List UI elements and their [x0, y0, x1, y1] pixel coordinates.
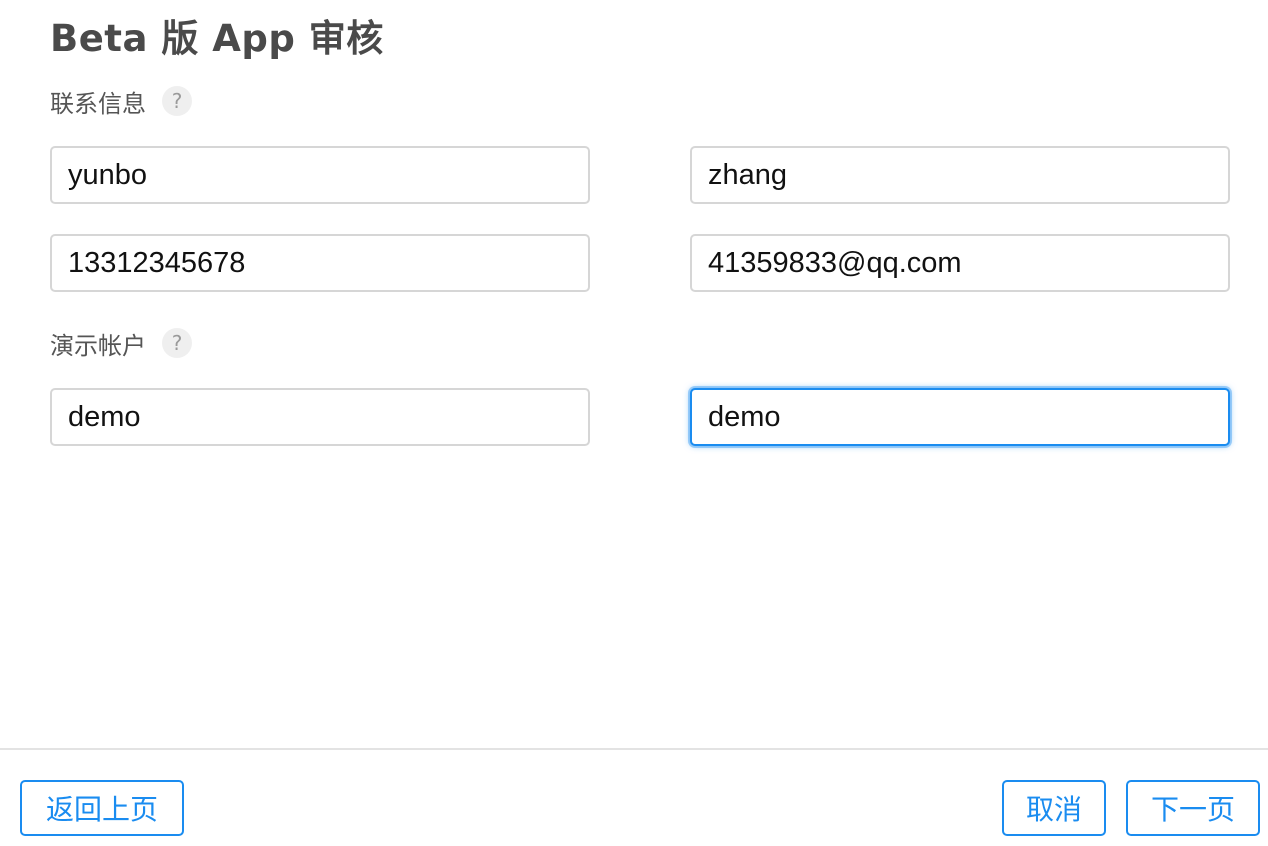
cancel-button[interactable]: 取消 — [1002, 780, 1106, 836]
beta-app-review-page: Beta 版 App 审核 联系信息 ? 演示帐户 ? 返回上页 取消 下一页 — [0, 0, 1268, 846]
page-title: Beta 版 App 审核 — [50, 17, 384, 60]
contact-info-label: 联系信息 — [50, 89, 146, 118]
demo-account-section-label: 演示帐户 ? — [50, 327, 192, 360]
demo-account-help-icon[interactable]: ? — [162, 328, 192, 358]
demo-account-label: 演示帐户 — [50, 331, 146, 360]
phone-field[interactable] — [50, 234, 590, 292]
demo-password-field[interactable] — [690, 388, 1230, 446]
contact-info-help-icon[interactable]: ? — [162, 86, 192, 116]
next-button[interactable]: 下一页 — [1126, 780, 1260, 836]
footer-divider — [0, 748, 1268, 750]
back-button[interactable]: 返回上页 — [20, 780, 184, 836]
contact-info-section-label: 联系信息 ? — [50, 85, 192, 118]
demo-username-field[interactable] — [50, 388, 590, 446]
last-name-field[interactable] — [690, 146, 1230, 204]
first-name-field[interactable] — [50, 146, 590, 204]
email-field[interactable] — [690, 234, 1230, 292]
